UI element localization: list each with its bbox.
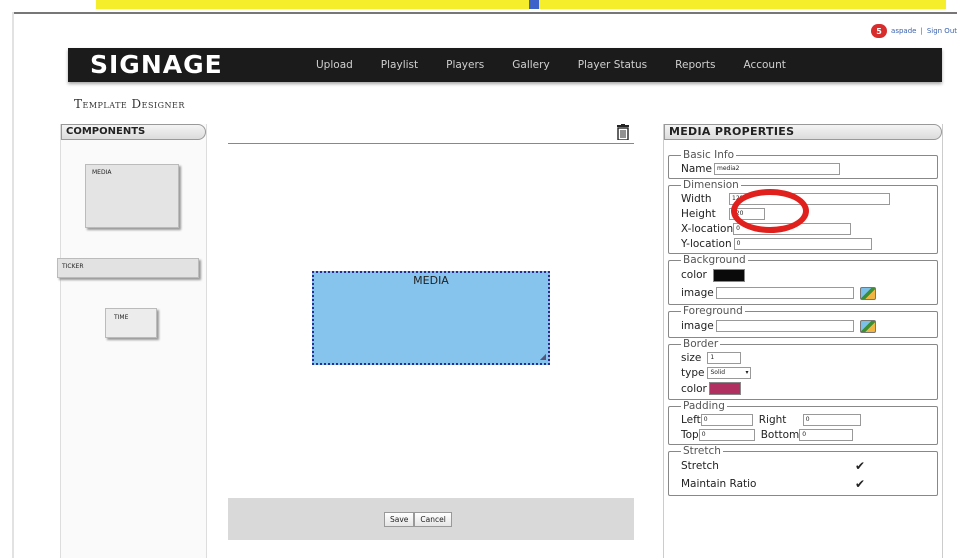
padding-right-label: Right — [758, 413, 787, 426]
foreground-group: Foreground image — [668, 305, 938, 338]
padding-group: Padding Left 0 Right 0 Top 0 Bottom 0 — [668, 400, 938, 445]
stretch-checkbox[interactable]: ✔ — [855, 459, 865, 473]
width-label: Width — [681, 192, 712, 205]
border-color-swatch[interactable] — [708, 382, 741, 395]
nav-account[interactable]: Account — [743, 59, 785, 71]
name-field[interactable]: media2 — [713, 162, 840, 175]
save-button[interactable]: Save — [384, 512, 415, 527]
design-canvas[interactable]: MEDIA ◢ Save Cancel — [228, 124, 634, 558]
border-type-select[interactable]: Solid ▾ — [707, 366, 752, 379]
page-title: Template Designer — [74, 97, 185, 111]
background-image-label: image — [681, 287, 714, 299]
dropdown-arrow-icon: ▾ — [745, 369, 749, 376]
padding-top-field[interactable]: 0 — [698, 428, 755, 441]
signout-link[interactable]: Sign Out — [927, 27, 957, 35]
border-type-value: Solid — [710, 369, 726, 376]
border-color-label: color — [681, 382, 707, 395]
trash-icon[interactable] — [617, 124, 629, 141]
top-banner — [96, 0, 946, 9]
border-size-field[interactable]: 1 — [707, 351, 742, 364]
background-color-swatch[interactable] — [712, 268, 745, 282]
maintain-ratio-label: Maintain Ratio — [681, 478, 757, 490]
nav-links: Upload Playlist Players Gallery Player S… — [316, 48, 814, 82]
nav-player-status[interactable]: Player Status — [578, 59, 647, 71]
foreground-legend: Foreground — [683, 305, 743, 317]
app-logo[interactable]: SIGNAGE — [90, 48, 223, 82]
y-location-label: Y-location — [681, 237, 732, 250]
nav-reports[interactable]: Reports — [675, 59, 715, 71]
component-media[interactable]: MEDIA — [85, 164, 179, 228]
media-region-label: MEDIA — [413, 274, 449, 287]
border-legend: Border — [683, 338, 719, 350]
background-group: Background color image — [668, 254, 938, 305]
name-label: Name — [681, 162, 712, 175]
padding-right-field[interactable]: 0 — [802, 413, 861, 426]
padding-left-field[interactable]: 0 — [700, 413, 753, 426]
window-top-border — [12, 12, 957, 14]
basic-info-group: Basic Info Name media2 — [668, 149, 938, 179]
height-label: Height — [681, 207, 716, 220]
nav-upload[interactable]: Upload — [316, 59, 353, 71]
window-left-border — [12, 12, 14, 558]
stretch-legend: Stretch — [683, 445, 721, 457]
border-size-label: size — [681, 351, 702, 364]
basic-info-legend: Basic Info — [683, 149, 735, 161]
padding-bottom-label: Bottom — [760, 428, 800, 441]
padding-legend: Padding — [683, 400, 725, 412]
user-area: 5 aspade | Sign Out — [871, 24, 957, 38]
component-media-label: MEDIA — [92, 169, 112, 176]
canvas-divider — [228, 143, 634, 144]
y-location-field[interactable]: 0 — [733, 237, 872, 250]
nav-playlist[interactable]: Playlist — [381, 59, 418, 71]
maintain-ratio-checkbox[interactable]: ✔ — [855, 477, 865, 491]
components-panel: COMPONENTS MEDIA TICKER TIME — [57, 124, 207, 558]
cancel-button[interactable]: Cancel — [414, 512, 452, 527]
background-color-label: color — [681, 269, 707, 281]
padding-left-label: Left — [681, 413, 701, 426]
stretch-label: Stretch — [681, 460, 719, 472]
username-link[interactable]: aspade — [891, 27, 916, 35]
components-header: COMPONENTS — [61, 124, 206, 140]
resize-handle-icon[interactable]: ◢ — [540, 352, 546, 361]
media-region[interactable]: MEDIA ◢ — [312, 271, 550, 365]
action-bar: Save Cancel — [228, 498, 634, 540]
component-time[interactable]: TIME — [105, 308, 157, 338]
user-separator: | — [920, 27, 923, 35]
x-location-label: X-location — [681, 222, 734, 235]
border-group: Border size 1 type Solid ▾ color — [668, 338, 938, 400]
background-image-field[interactable] — [715, 287, 854, 299]
notification-badge[interactable]: 5 — [871, 24, 888, 38]
border-type-label: type — [681, 366, 705, 379]
highlight-circle-annotation — [731, 189, 809, 233]
banner-mark — [529, 0, 539, 9]
nav-gallery[interactable]: Gallery — [512, 59, 549, 71]
stretch-group: Stretch Stretch ✔ Maintain Ratio ✔ — [668, 445, 938, 496]
image-picker-icon[interactable] — [859, 319, 876, 333]
component-time-label: TIME — [114, 314, 129, 321]
padding-top-label: Top — [681, 428, 699, 441]
properties-header: MEDIA PROPERTIES — [664, 124, 942, 140]
main-navbar: SIGNAGE Upload Playlist Players Gallery … — [68, 48, 942, 82]
image-picker-icon[interactable] — [859, 286, 876, 300]
component-ticker[interactable]: TICKER — [57, 258, 199, 278]
component-ticker-label: TICKER — [62, 263, 84, 270]
padding-bottom-field[interactable]: 0 — [799, 428, 854, 441]
foreground-image-label: image — [681, 320, 714, 332]
background-legend: Background — [683, 254, 746, 266]
media-properties-panel: MEDIA PROPERTIES Basic Info Name media2 … — [663, 124, 943, 558]
foreground-image-field[interactable] — [715, 320, 854, 332]
nav-players[interactable]: Players — [446, 59, 484, 71]
dimension-legend: Dimension — [683, 179, 739, 191]
